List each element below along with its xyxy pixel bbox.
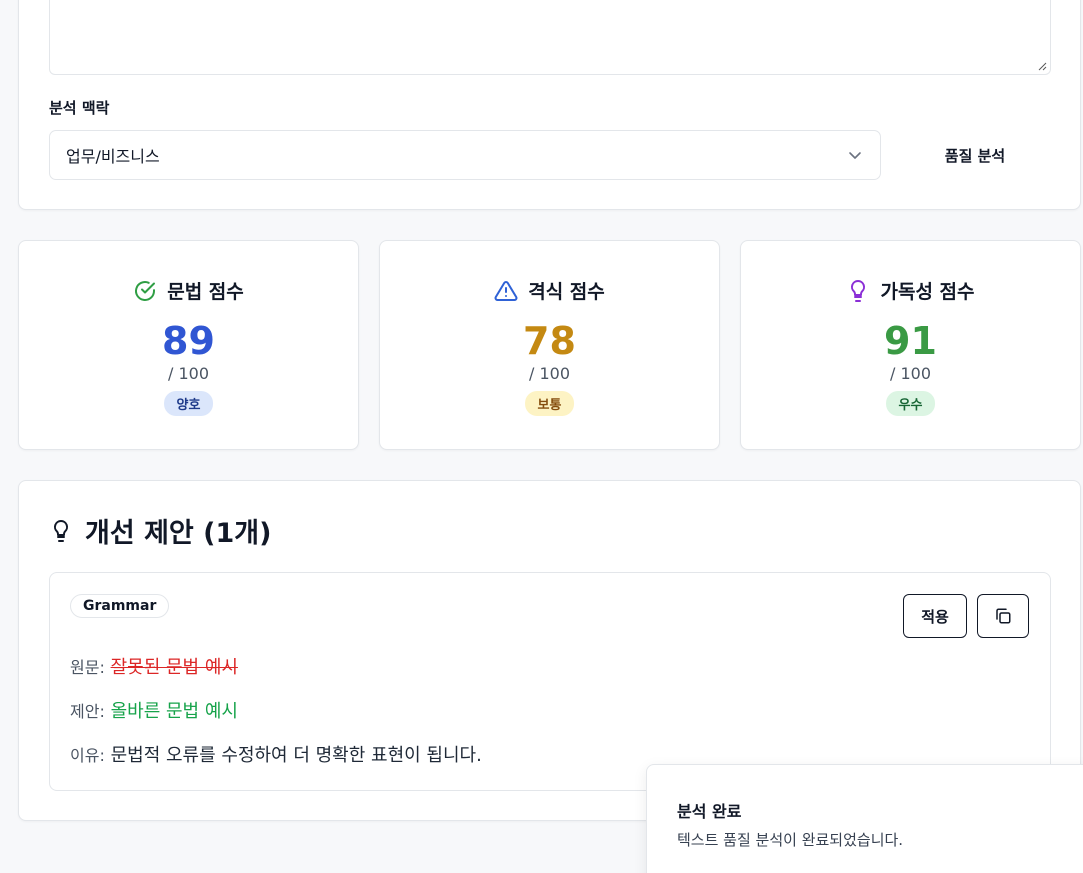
suggestions-title: 개선 제안 (1개) <box>85 518 272 549</box>
reason-label: 이유: <box>70 746 105 765</box>
score-value: 78 <box>523 319 576 363</box>
suggested-label: 제안: <box>70 702 105 721</box>
grammar-score-card: 문법 점수 89 / 100 양호 <box>18 240 359 450</box>
score-title: 격식 점수 <box>528 281 605 303</box>
chevron-down-icon <box>849 152 861 159</box>
category-tag: Grammar <box>70 594 170 618</box>
score-value: 91 <box>884 319 937 363</box>
apply-button[interactable]: 적용 <box>903 594 967 638</box>
context-select[interactable]: 업무/비즈니스 <box>49 130 881 180</box>
score-max: / 100 <box>167 364 209 383</box>
analyze-button[interactable]: 품질 분석 <box>897 130 1053 180</box>
suggested-text: 올바른 문법 예시 <box>110 701 238 722</box>
score-max: / 100 <box>889 364 931 383</box>
warning-triangle-icon <box>494 280 518 301</box>
score-title: 가독성 점수 <box>880 281 975 303</box>
suggested-line: 제안: 올바른 문법 예시 <box>70 697 238 723</box>
context-select-value: 업무/비즈니스 <box>66 147 160 166</box>
score-header: 가독성 점수 <box>741 277 1080 304</box>
input-card: 분석 맥락 업무/비즈니스 품질 분석 <box>18 0 1081 210</box>
original-label: 원문: <box>70 658 105 677</box>
lightbulb-icon <box>53 519 69 542</box>
reason-line: 이유: 문법적 오류를 수정하여 더 명확한 표현이 됩니다. <box>70 741 482 767</box>
score-max: / 100 <box>528 364 570 383</box>
resize-grip-icon[interactable] <box>1038 62 1047 71</box>
toast-title: 분석 완료 <box>677 802 742 821</box>
score-header: 문법 점수 <box>19 277 358 304</box>
status-badge: 양호 <box>163 391 214 416</box>
original-text: 잘못된 문법 예시 <box>110 657 238 678</box>
reason-text: 문법적 오류를 수정하여 더 명확한 표현이 됩니다. <box>110 745 482 766</box>
suggestion-item: Grammar 적용 원문: 잘못된 문법 예시 제안: 올바른 문법 예시 이… <box>49 572 1051 791</box>
copy-button[interactable] <box>977 594 1029 638</box>
readability-score-card: 가독성 점수 91 / 100 우수 <box>740 240 1081 450</box>
status-badge: 보통 <box>524 391 575 416</box>
score-header: 격식 점수 <box>380 277 719 304</box>
check-circle-icon <box>135 280 156 301</box>
toast-description: 텍스트 품질 분석이 완료되었습니다. <box>677 831 904 849</box>
score-value: 89 <box>162 319 215 363</box>
text-input-area[interactable] <box>49 0 1051 75</box>
toast-notification[interactable]: 분석 완료 텍스트 품질 분석이 완료되었습니다. <box>646 764 1083 873</box>
status-badge: 우수 <box>885 391 936 416</box>
original-line: 원문: 잘못된 문법 예시 <box>70 653 238 679</box>
context-label: 분석 맥락 <box>49 99 110 117</box>
format-score-card: 격식 점수 78 / 100 보통 <box>379 240 720 450</box>
lightbulb-icon <box>851 279 866 302</box>
copy-icon <box>996 608 1011 624</box>
suggestions-heading: 개선 제안 (1개) <box>49 511 271 550</box>
score-title: 문법 점수 <box>167 281 244 303</box>
